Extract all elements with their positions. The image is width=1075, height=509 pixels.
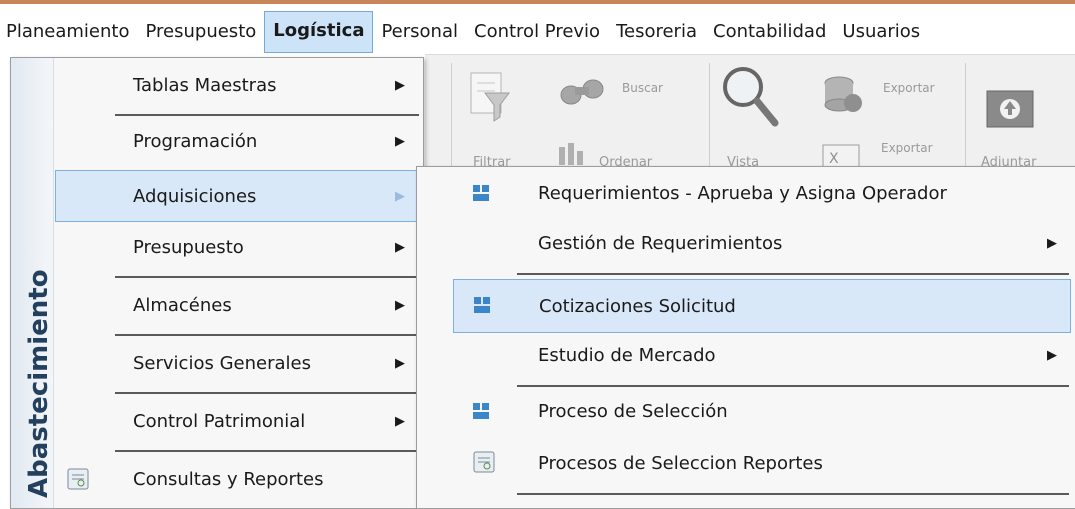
export-label-1[interactable]: Exportar [883, 81, 935, 95]
menu-separator [517, 493, 1069, 495]
menu-tesoreria[interactable]: Tesoreria [608, 12, 705, 52]
submenuitem-estudio-mercado[interactable]: Estudio de Mercado ▶ [417, 329, 1075, 383]
menuitem-label: Servicios Generales [133, 353, 311, 374]
menuitem-label: Adquisiciones [133, 186, 257, 207]
report-icon [67, 468, 89, 490]
submenuitem-requerimientos-aprueba[interactable]: Requerimientos - Aprueba y Asigna Operad… [417, 167, 1075, 221]
menu-separator [115, 392, 419, 394]
submenuitem-label: Procesos de Seleccion Reportes [538, 453, 823, 474]
submenuitem-label: Proceso de Selección [538, 401, 728, 422]
submenu-arrow-icon: ▶ [1047, 236, 1057, 251]
submenuitem-procesos-seleccion-reportes[interactable]: Procesos de Seleccion Reportes [417, 437, 1075, 491]
filter-icon[interactable] [467, 69, 513, 127]
submenu-arrow-icon: ▶ [395, 189, 405, 204]
module-icon [473, 403, 491, 419]
menu-presupuesto[interactable]: Presupuesto [138, 12, 265, 52]
submenu-arrow-icon: ▶ [395, 78, 405, 93]
submenuitem-label: Requerimientos - Aprueba y Asigna Operad… [538, 183, 947, 204]
menu-usuarios[interactable]: Usuarios [834, 12, 928, 52]
magnifier-icon[interactable] [719, 63, 779, 133]
menu-contabilidad[interactable]: Contabilidad [705, 12, 834, 52]
menuitem-control-patrimonial[interactable]: Control Patrimonial ▶ [11, 396, 423, 448]
menuitem-tablas-maestras[interactable]: Tablas Maestras ▶ [11, 60, 423, 112]
adquisiciones-submenu: Requerimientos - Aprueba y Asigna Operad… [416, 166, 1075, 509]
menuitem-almacenes[interactable]: Almacénes ▶ [11, 280, 423, 332]
menuitem-label: Tablas Maestras [133, 75, 277, 96]
database-export-icon[interactable] [821, 75, 865, 115]
submenuitem-label: Gestión de Requerimientos [538, 233, 783, 254]
binoculars-icon[interactable] [557, 75, 609, 107]
attach-icon[interactable] [985, 79, 1037, 131]
ribbon-toolbar: Filtrar Buscar Ordenar Vista Exportar X … [425, 54, 1075, 175]
submenu-arrow-icon: ▶ [1047, 348, 1057, 363]
menuitem-servicios-generales[interactable]: Servicios Generales ▶ [11, 338, 423, 390]
submenuitem-label: Estudio de Mercado [538, 345, 716, 366]
menu-planeamiento[interactable]: Planeamiento [0, 12, 138, 52]
menu-personal[interactable]: Personal [373, 12, 466, 52]
menu-logistica[interactable]: Logística [264, 11, 374, 53]
submenuitem-proceso-seleccion[interactable]: Proceso de Selección [417, 385, 1075, 439]
menu-separator [517, 273, 1069, 275]
sort-icon[interactable] [557, 141, 593, 167]
menuitem-label: Consultas y Reportes [133, 469, 324, 490]
toolbar-separator [709, 63, 710, 173]
export-label-2[interactable]: Exportar [881, 141, 933, 155]
svg-text:X: X [829, 151, 839, 167]
submenuitem-cotizaciones-solicitud[interactable]: Cotizaciones Solicitud [453, 279, 1071, 333]
window-top-accent [0, 0, 1075, 4]
toolbar-separator [451, 63, 452, 173]
module-icon [473, 185, 491, 201]
menuitem-label: Almacénes [133, 295, 232, 316]
submenu-arrow-icon: ▶ [395, 414, 405, 429]
menu-separator [115, 276, 419, 278]
module-icon [474, 297, 492, 313]
menu-control-previo[interactable]: Control Previo [466, 12, 608, 52]
submenuitem-label: Cotizaciones Solicitud [539, 296, 736, 317]
submenu-arrow-icon: ▶ [395, 134, 405, 149]
menuitem-label: Programación [133, 131, 258, 152]
menu-separator [115, 334, 419, 336]
search-label[interactable]: Buscar [622, 81, 663, 95]
menuitem-presupuesto[interactable]: Presupuesto ▶ [11, 222, 423, 274]
menuitem-label: Control Patrimonial [133, 411, 306, 432]
toolbar-separator [965, 63, 966, 173]
submenu-arrow-icon: ▶ [395, 356, 405, 371]
report-icon [473, 451, 495, 473]
submenuitem-gestion-requerimientos[interactable]: Gestión de Requerimientos ▶ [417, 217, 1075, 271]
menuitem-adquisiciones[interactable]: Adquisiciones ▶ [55, 170, 419, 222]
logistica-dropdown: Abastecimiento Tablas Maestras ▶ Program… [10, 57, 424, 509]
menuitem-programacion[interactable]: Programación ▶ [11, 116, 423, 168]
submenu-arrow-icon: ▶ [395, 298, 405, 313]
menu-separator [115, 450, 419, 452]
menuitem-label: Presupuesto [133, 237, 244, 258]
submenu-arrow-icon: ▶ [395, 240, 405, 255]
menuitem-consultas-reportes[interactable]: Consultas y Reportes [11, 454, 423, 506]
main-menubar: Planeamiento Presupuesto Logística Perso… [0, 10, 1075, 54]
